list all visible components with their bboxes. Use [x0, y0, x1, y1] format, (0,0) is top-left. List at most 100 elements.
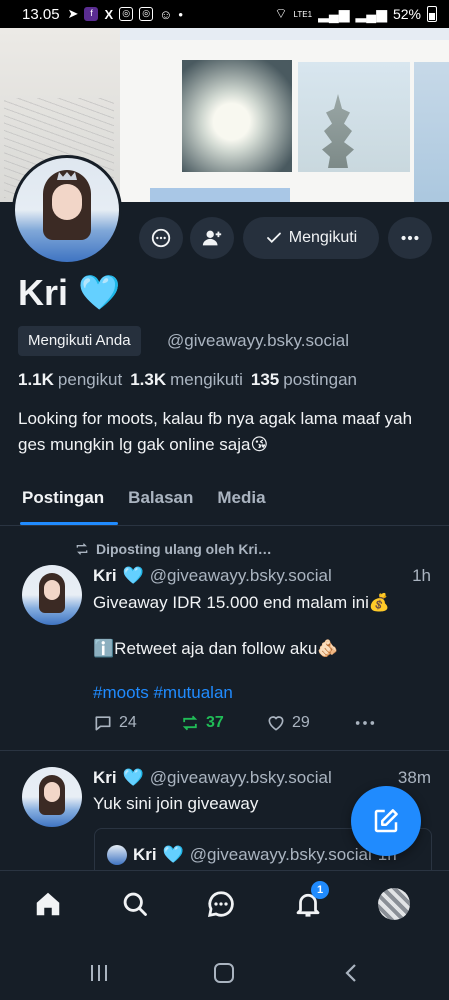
quoted-author-handle: @giveawayy.bsky.social [189, 845, 372, 864]
signal-icon-2: ▂▄▆ [355, 5, 387, 22]
reply-count: 24 [119, 714, 137, 731]
like-button[interactable]: 29 [266, 713, 354, 733]
profile-handle: @giveawayy.bsky.social [167, 331, 349, 350]
ellipsis-icon [355, 721, 375, 725]
x-icon: X [104, 6, 114, 22]
ellipsis-icon [401, 235, 419, 241]
repost-count: 37 [206, 714, 224, 731]
notification-icons: ➤ f X ◎ ◎ ☺ • [68, 6, 183, 22]
search-icon [123, 892, 147, 916]
profile-stats: 1.1K pengikut 1.3K mengikuti 135 postingan [18, 370, 357, 390]
tab-balasan[interactable]: Balasan [116, 480, 205, 525]
profile-bio: Looking for moots, kalau fb nya agak lam… [18, 409, 413, 454]
reply-icon [95, 716, 111, 731]
nav-profile[interactable] [377, 887, 411, 921]
recent-apps-icon [91, 965, 107, 981]
nav-notifications[interactable]: 1 [291, 881, 329, 921]
check-icon [266, 232, 281, 244]
quoted-author-avatar [107, 845, 127, 865]
bottom-navigation: 1 [0, 870, 449, 940]
message-button[interactable] [139, 217, 183, 259]
avatar-face [52, 184, 82, 220]
more-options-button[interactable] [388, 217, 432, 259]
home-icon [36, 892, 60, 916]
post-more-button[interactable] [354, 719, 376, 727]
signal-icon: ▂▄▆ [318, 5, 350, 22]
repost-indicator[interactable]: Diposting ulang oleh Kri… [74, 541, 272, 557]
repost-small-icon [76, 543, 88, 555]
heart-emoji: 🩵 [78, 274, 121, 312]
profile-avatar[interactable] [12, 155, 122, 265]
battery-percent: 52% [392, 6, 421, 22]
repost-button[interactable]: 37 [180, 714, 266, 732]
avatar-face [44, 580, 60, 600]
avatar-face [44, 782, 60, 802]
followers-label: pengikut [57, 370, 123, 389]
banner-blue-strip [150, 188, 290, 202]
post-text-line: Yuk sini join giveaway [93, 794, 259, 813]
post-header: Kri 🩵 @giveawayy.bsky.social [93, 768, 332, 788]
nav-search[interactable] [118, 887, 152, 921]
profile-avatar-small [378, 888, 410, 920]
repost-label: Diposting ulang oleh Kri… [96, 541, 272, 557]
wifi-icon: ⌔ [274, 5, 288, 21]
robot-icon: ☺ [159, 6, 173, 22]
banner-pagoda-photo [298, 62, 410, 172]
instagram-icon-2: ◎ [139, 7, 154, 21]
status-time: 13.05 [22, 5, 60, 23]
app-icon: f [84, 7, 99, 21]
home-square-icon [214, 963, 234, 983]
post-time: 1h [412, 566, 431, 585]
posts-count: 135 [250, 370, 280, 389]
post-time: 38m [397, 768, 431, 787]
network-label: LTE1 [293, 9, 313, 19]
suggest-follow-button[interactable] [190, 217, 234, 259]
followers-count: 1.1K [18, 370, 54, 389]
post-header: Kri 🩵 @giveawayy.bsky.social [93, 566, 332, 586]
following-stat[interactable]: 1.3K mengikuti [130, 370, 243, 390]
home-system-button[interactable] [213, 962, 235, 989]
post-text-line: ℹ️Retweet aja dan follow aku🫵🏻 [93, 639, 339, 658]
instagram-icon: ◎ [119, 7, 134, 21]
nav-messages[interactable] [204, 887, 238, 921]
heart-icon [268, 716, 284, 731]
following-button-label: Mengikuti [288, 229, 358, 246]
post-author-name[interactable]: Kri [93, 566, 117, 586]
system-navigation [0, 940, 449, 1000]
post-author-handle[interactable]: @giveawayy.bsky.social [150, 768, 332, 788]
post-author-name[interactable]: Kri [93, 768, 117, 788]
banner-flower-photo [182, 60, 292, 172]
nav-home[interactable] [31, 887, 65, 921]
back-button[interactable] [340, 962, 362, 989]
tab-media[interactable]: Media [205, 480, 277, 525]
recent-apps-button[interactable] [88, 962, 110, 989]
profile-display-name: Kri 🩵 [18, 272, 120, 314]
post-author-handle[interactable]: @giveawayy.bsky.social [150, 566, 332, 586]
dot-icon: • [178, 6, 183, 22]
post-actions: 24 37 29 [93, 713, 393, 733]
notification-badge: 1 [311, 881, 329, 899]
followers-stat[interactable]: 1.1K pengikut [18, 370, 122, 390]
post-text-line: Giveaway IDR 15.000 end malam ini💰 [93, 593, 391, 612]
compose-post-button[interactable] [351, 786, 421, 856]
chat-bubble-icon [151, 228, 171, 248]
repost-icon [182, 715, 198, 731]
follows-you-badge: Mengikuti Anda [18, 326, 141, 356]
banner-sky-photo [414, 62, 449, 202]
following-label: mengikuti [170, 370, 243, 389]
following-count: 1.3K [130, 370, 167, 389]
post-hashtags[interactable]: #moots #mutualan [93, 683, 233, 703]
post-author-avatar[interactable] [22, 565, 82, 625]
reply-button[interactable]: 24 [93, 713, 180, 733]
tab-postingan[interactable]: Postingan [0, 480, 119, 525]
heart-emoji: 🩵 [122, 768, 144, 787]
following-button[interactable]: Mengikuti [243, 217, 379, 259]
posts-label: postingan [283, 370, 357, 389]
post-author-avatar[interactable] [22, 767, 82, 827]
back-icon [345, 964, 356, 982]
person-add-icon [202, 230, 222, 246]
chat-bubble-icon [207, 891, 234, 918]
battery-icon [427, 6, 437, 22]
telegram-icon: ➤ [67, 6, 79, 21]
quoted-post-header: Kri 🩵 @giveawayy.bsky.social 1h [133, 845, 397, 865]
